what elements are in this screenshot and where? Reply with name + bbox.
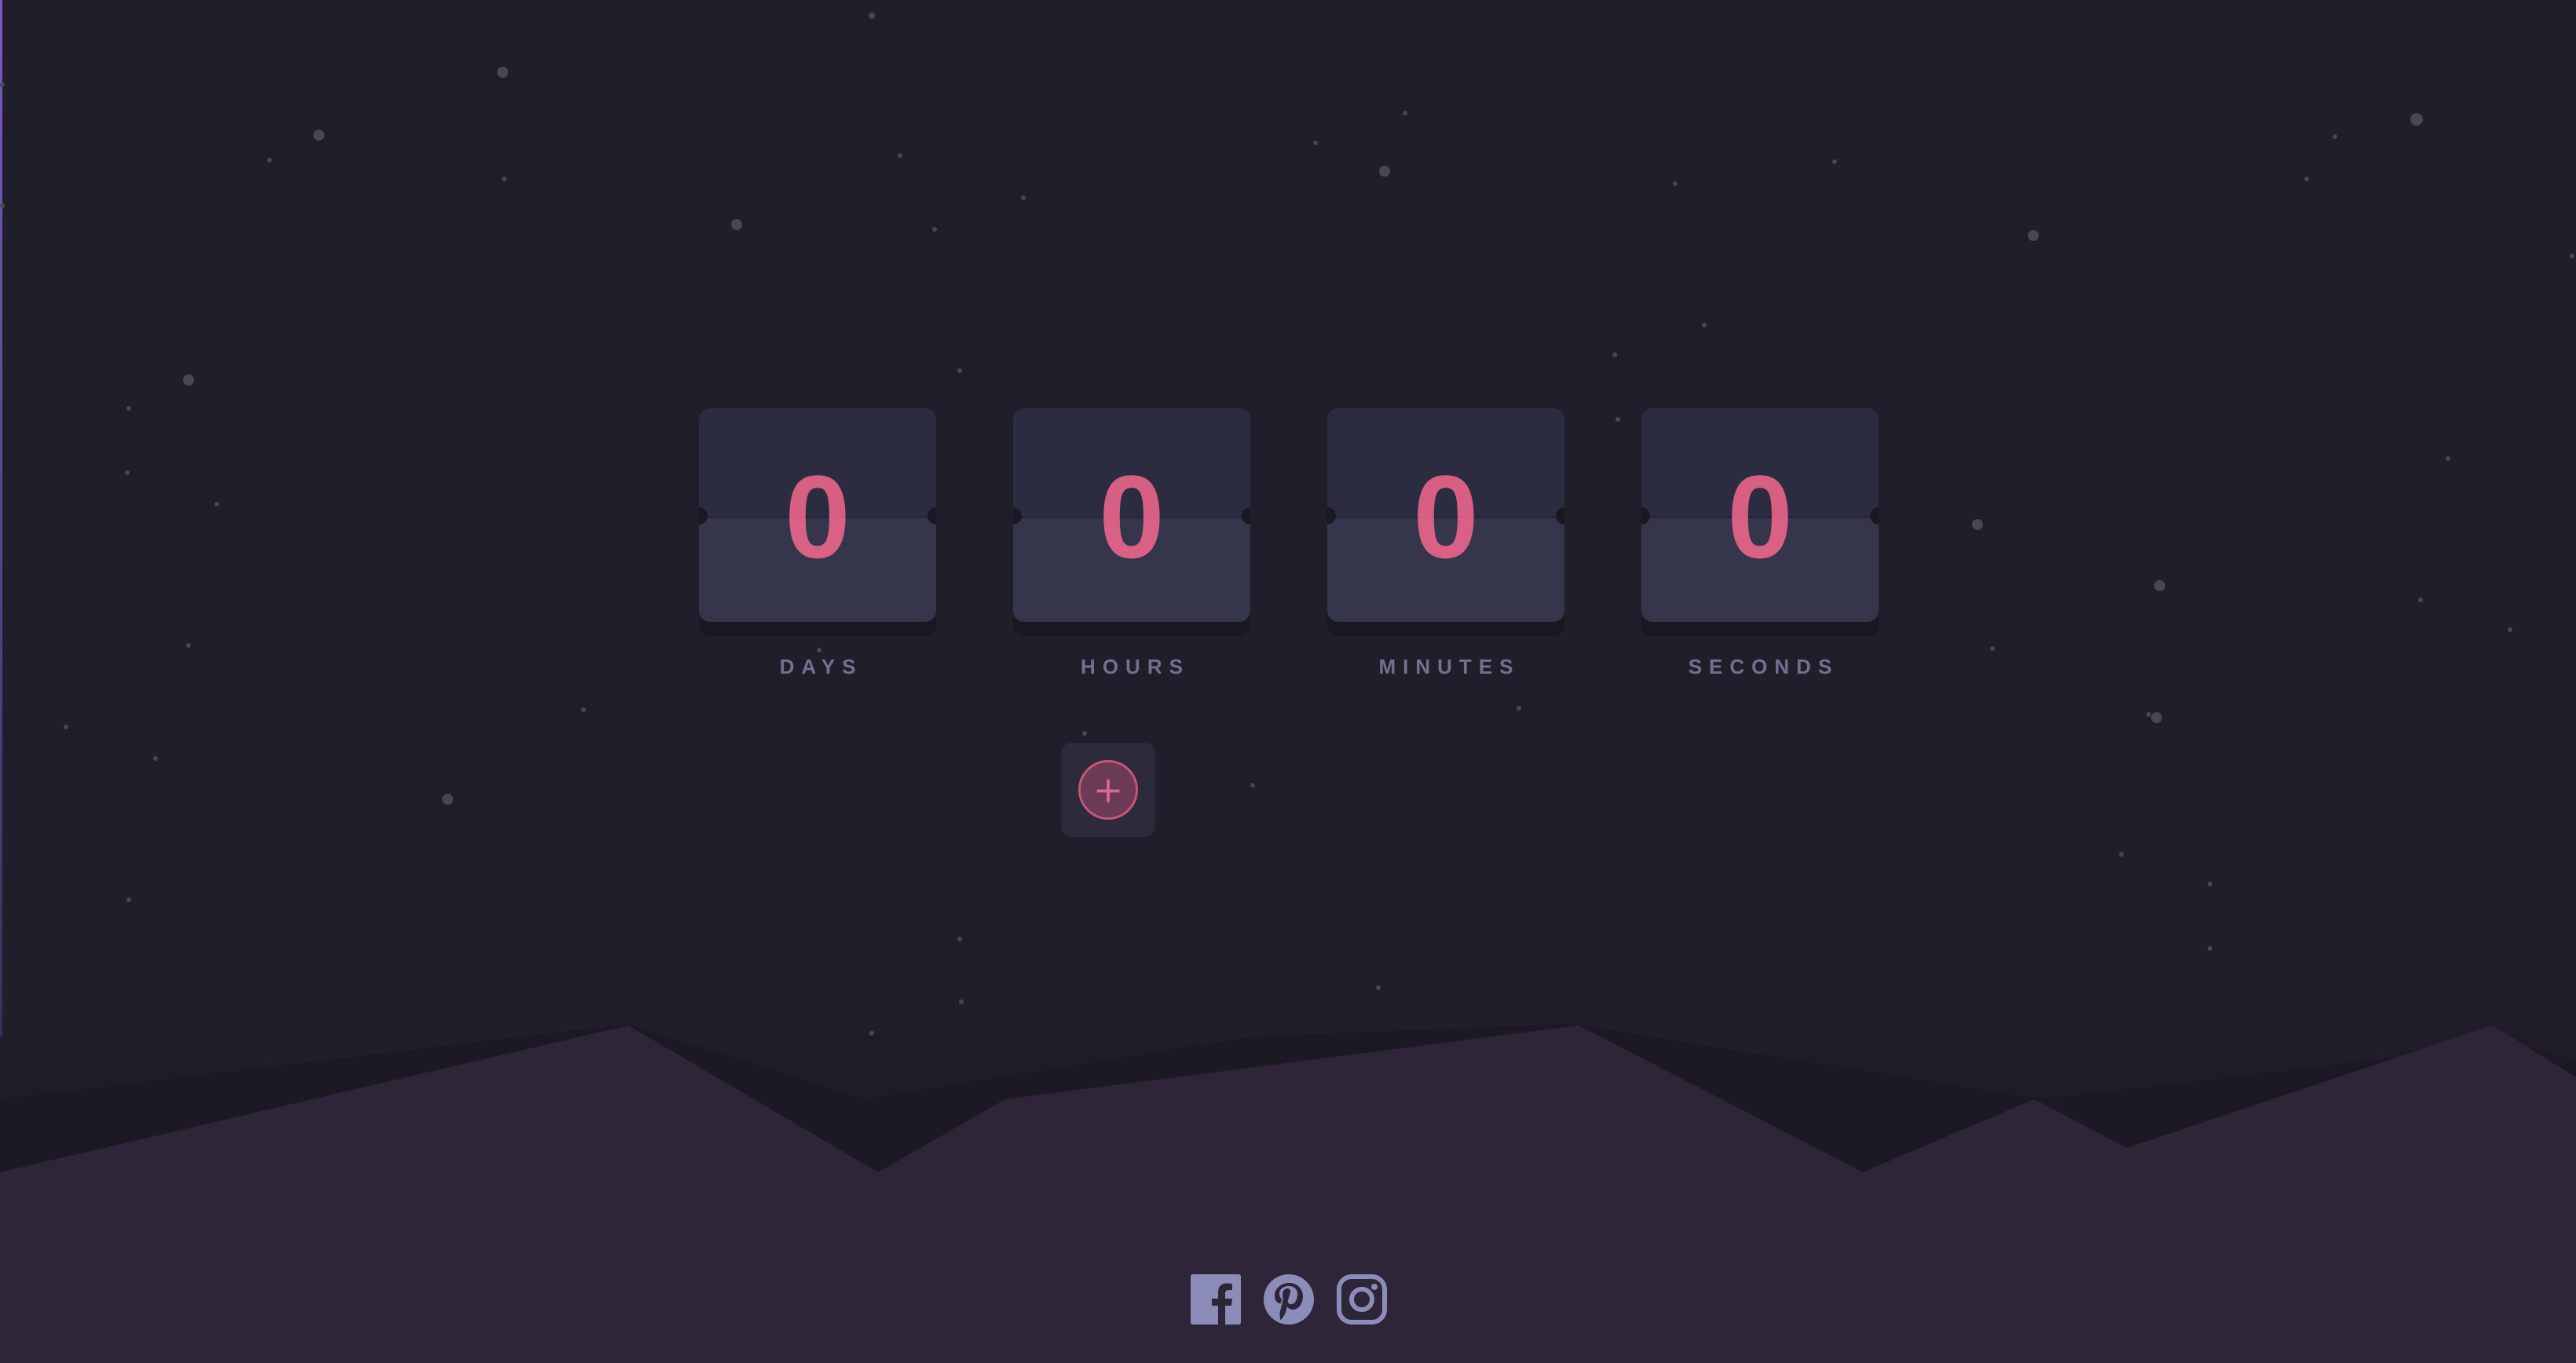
days-label: DAYS	[779, 655, 863, 678]
add-button[interactable]: +	[1061, 743, 1155, 837]
unit-minutes: 0 MINUTES	[1327, 408, 1564, 683]
pinterest-link[interactable]	[1263, 1273, 1315, 1325]
seconds-value: 0	[1727, 451, 1793, 583]
flip-card-seconds: 0	[1641, 408, 1879, 622]
hours-value: 0	[1099, 451, 1165, 583]
flip-card-days: 0	[699, 408, 936, 622]
hours-label: HOURS	[1081, 655, 1190, 678]
seconds-label: SECONDS	[1688, 655, 1839, 678]
countdown-timer: 0 DAYS 0 HOURS 0 MINUTES 0 SECONDS	[699, 408, 1879, 683]
unit-days: 0 DAYS	[699, 408, 936, 683]
unit-seconds: 0 SECONDS	[1641, 408, 1879, 683]
social-links	[1190, 1273, 1388, 1325]
days-value: 0	[785, 451, 851, 583]
unit-hours: 0 HOURS	[1013, 408, 1250, 683]
flip-card-hours: 0	[1013, 408, 1250, 622]
instagram-icon	[1337, 1274, 1387, 1325]
instagram-link[interactable]	[1336, 1273, 1388, 1325]
minutes-value: 0	[1413, 451, 1479, 583]
minutes-label: MINUTES	[1378, 655, 1520, 678]
facebook-icon	[1191, 1274, 1241, 1325]
countdown-page: 0 DAYS 0 HOURS 0 MINUTES 0 SECONDS +	[0, 0, 2576, 1363]
plus-icon[interactable]: +	[1078, 760, 1138, 820]
facebook-link[interactable]	[1190, 1273, 1242, 1325]
pinterest-icon	[1264, 1274, 1314, 1325]
flip-card-minutes: 0	[1327, 408, 1564, 622]
